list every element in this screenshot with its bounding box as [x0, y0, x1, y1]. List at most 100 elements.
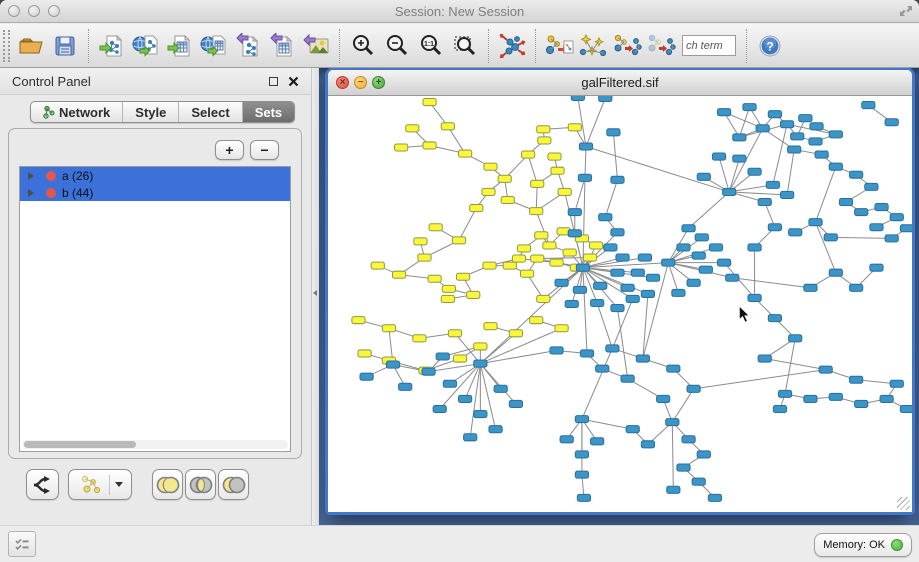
graph-node-yellow[interactable]	[484, 163, 497, 170]
export-table-button[interactable]	[265, 28, 299, 64]
graph-node-blue[interactable]	[687, 385, 700, 392]
graph-node-blue[interactable]	[599, 96, 612, 102]
graph-node-blue[interactable]	[748, 294, 761, 301]
graph-node-yellow[interactable]	[441, 123, 454, 130]
graph-node-blue[interactable]	[594, 282, 607, 289]
graph-node-yellow[interactable]	[563, 249, 576, 256]
graph-node-blue[interactable]	[748, 168, 761, 175]
import-network-url-button[interactable]	[129, 28, 163, 64]
resize-grip-icon[interactable]	[897, 497, 910, 510]
graph-node-blue[interactable]	[780, 191, 793, 198]
graph-node-blue[interactable]	[815, 151, 828, 158]
graph-node-blue[interactable]	[662, 259, 675, 266]
graph-node-blue[interactable]	[870, 224, 883, 231]
graph-node-blue[interactable]	[780, 121, 793, 128]
graph-node-blue[interactable]	[855, 209, 868, 216]
graph-node-blue[interactable]	[611, 229, 624, 236]
graph-node-yellow[interactable]	[429, 224, 442, 231]
graph-node-blue[interactable]	[789, 229, 802, 236]
new-network-from-selection-button[interactable]	[542, 28, 576, 64]
close-panel-icon[interactable]	[288, 76, 299, 87]
graph-node-blue[interactable]	[829, 163, 842, 170]
graph-node-blue[interactable]	[599, 214, 612, 221]
hide-selected-button[interactable]	[610, 28, 644, 64]
graph-node-blue[interactable]	[768, 315, 781, 322]
collapse-panel-icon[interactable]	[313, 290, 317, 296]
set-row[interactable]: b (44)	[20, 184, 290, 201]
graph-node-blue[interactable]	[870, 264, 883, 271]
graph-node-blue[interactable]	[788, 146, 801, 153]
graph-node-yellow[interactable]	[423, 142, 436, 149]
tab-select[interactable]: Select	[179, 102, 242, 122]
graph-node-yellow[interactable]	[392, 271, 405, 278]
graph-node-yellow[interactable]	[498, 175, 511, 182]
graph-node-blue[interactable]	[712, 153, 725, 160]
network-canvas[interactable]	[328, 96, 912, 512]
graph-node-blue[interactable]	[657, 395, 670, 402]
scrollbar-thumb[interactable]	[24, 441, 136, 448]
graph-node-yellow[interactable]	[501, 196, 514, 203]
graph-node-yellow[interactable]	[538, 137, 551, 144]
graph-node-blue[interactable]	[672, 289, 685, 296]
graph-node-blue[interactable]	[646, 274, 659, 281]
fullscreen-icon[interactable]	[899, 4, 913, 18]
graph-node-blue[interactable]	[708, 494, 721, 501]
graph-node-yellow[interactable]	[517, 245, 530, 252]
graph-node-blue[interactable]	[578, 174, 591, 181]
graph-node-blue[interactable]	[850, 171, 863, 178]
graph-node-yellow[interactable]	[509, 330, 522, 337]
graph-node-blue[interactable]	[758, 355, 771, 362]
graph-node-yellow[interactable]	[551, 167, 564, 174]
graph-node-blue[interactable]	[880, 395, 893, 402]
graph-node-blue[interactable]	[474, 411, 487, 418]
graph-node-blue[interactable]	[360, 373, 373, 380]
graph-node-blue[interactable]	[726, 274, 739, 281]
graph-node-blue[interactable]	[791, 133, 804, 140]
graph-node-blue[interactable]	[443, 380, 456, 387]
graph-node-blue[interactable]	[709, 244, 722, 251]
graph-node-blue[interactable]	[682, 436, 695, 443]
horizontal-scrollbar[interactable]	[22, 440, 288, 449]
graph-node-blue[interactable]	[433, 405, 446, 412]
graph-node-yellow[interactable]	[406, 125, 419, 132]
graph-node-blue[interactable]	[579, 143, 592, 150]
graph-node-blue[interactable]	[386, 361, 399, 368]
graph-node-blue[interactable]	[766, 181, 779, 188]
graph-node-yellow[interactable]	[423, 99, 436, 106]
graph-node-blue[interactable]	[575, 416, 588, 423]
graph-node-blue[interactable]	[829, 269, 842, 276]
graph-node-blue[interactable]	[682, 225, 695, 232]
graph-node-blue[interactable]	[778, 390, 791, 397]
graph-node-yellow[interactable]	[414, 238, 427, 245]
graph-node-yellow[interactable]	[459, 150, 472, 157]
graph-node-blue[interactable]	[773, 405, 786, 412]
graph-node-blue[interactable]	[850, 284, 863, 291]
graph-node-blue[interactable]	[809, 219, 822, 226]
set-difference-button[interactable]	[218, 469, 249, 500]
window-titlebar[interactable]: Session: New Session	[0, 0, 919, 23]
graph-node-blue[interactable]	[697, 451, 710, 458]
graph-node-yellow[interactable]	[413, 335, 426, 342]
zoom-actual-size-button[interactable]: 1:1	[414, 28, 448, 64]
graph-node-blue[interactable]	[611, 305, 624, 312]
graph-node-blue[interactable]	[621, 284, 634, 291]
graph-node-yellow[interactable]	[520, 270, 533, 277]
export-image-button[interactable]	[299, 28, 333, 64]
search-input[interactable]	[682, 35, 736, 56]
graph-node-blue[interactable]	[733, 155, 746, 162]
graph-node-blue[interactable]	[799, 115, 812, 122]
graph-node-blue[interactable]	[839, 198, 852, 205]
graph-node-blue[interactable]	[768, 224, 781, 231]
graph-node-blue[interactable]	[667, 365, 680, 372]
create-set-from-network-button[interactable]	[68, 469, 132, 500]
graph-node-yellow[interactable]	[568, 124, 581, 131]
graph-node-blue[interactable]	[748, 244, 761, 251]
graph-node-blue[interactable]	[699, 266, 712, 273]
graph-node-blue[interactable]	[695, 234, 708, 241]
float-panel-icon[interactable]	[269, 77, 278, 86]
network-frame[interactable]: × − + galFiltered.sif	[328, 70, 912, 512]
graph-node-yellow[interactable]	[555, 325, 568, 332]
graph-node-blue[interactable]	[474, 360, 487, 367]
graph-node-blue[interactable]	[829, 131, 842, 138]
graph-node-blue[interactable]	[890, 214, 903, 221]
